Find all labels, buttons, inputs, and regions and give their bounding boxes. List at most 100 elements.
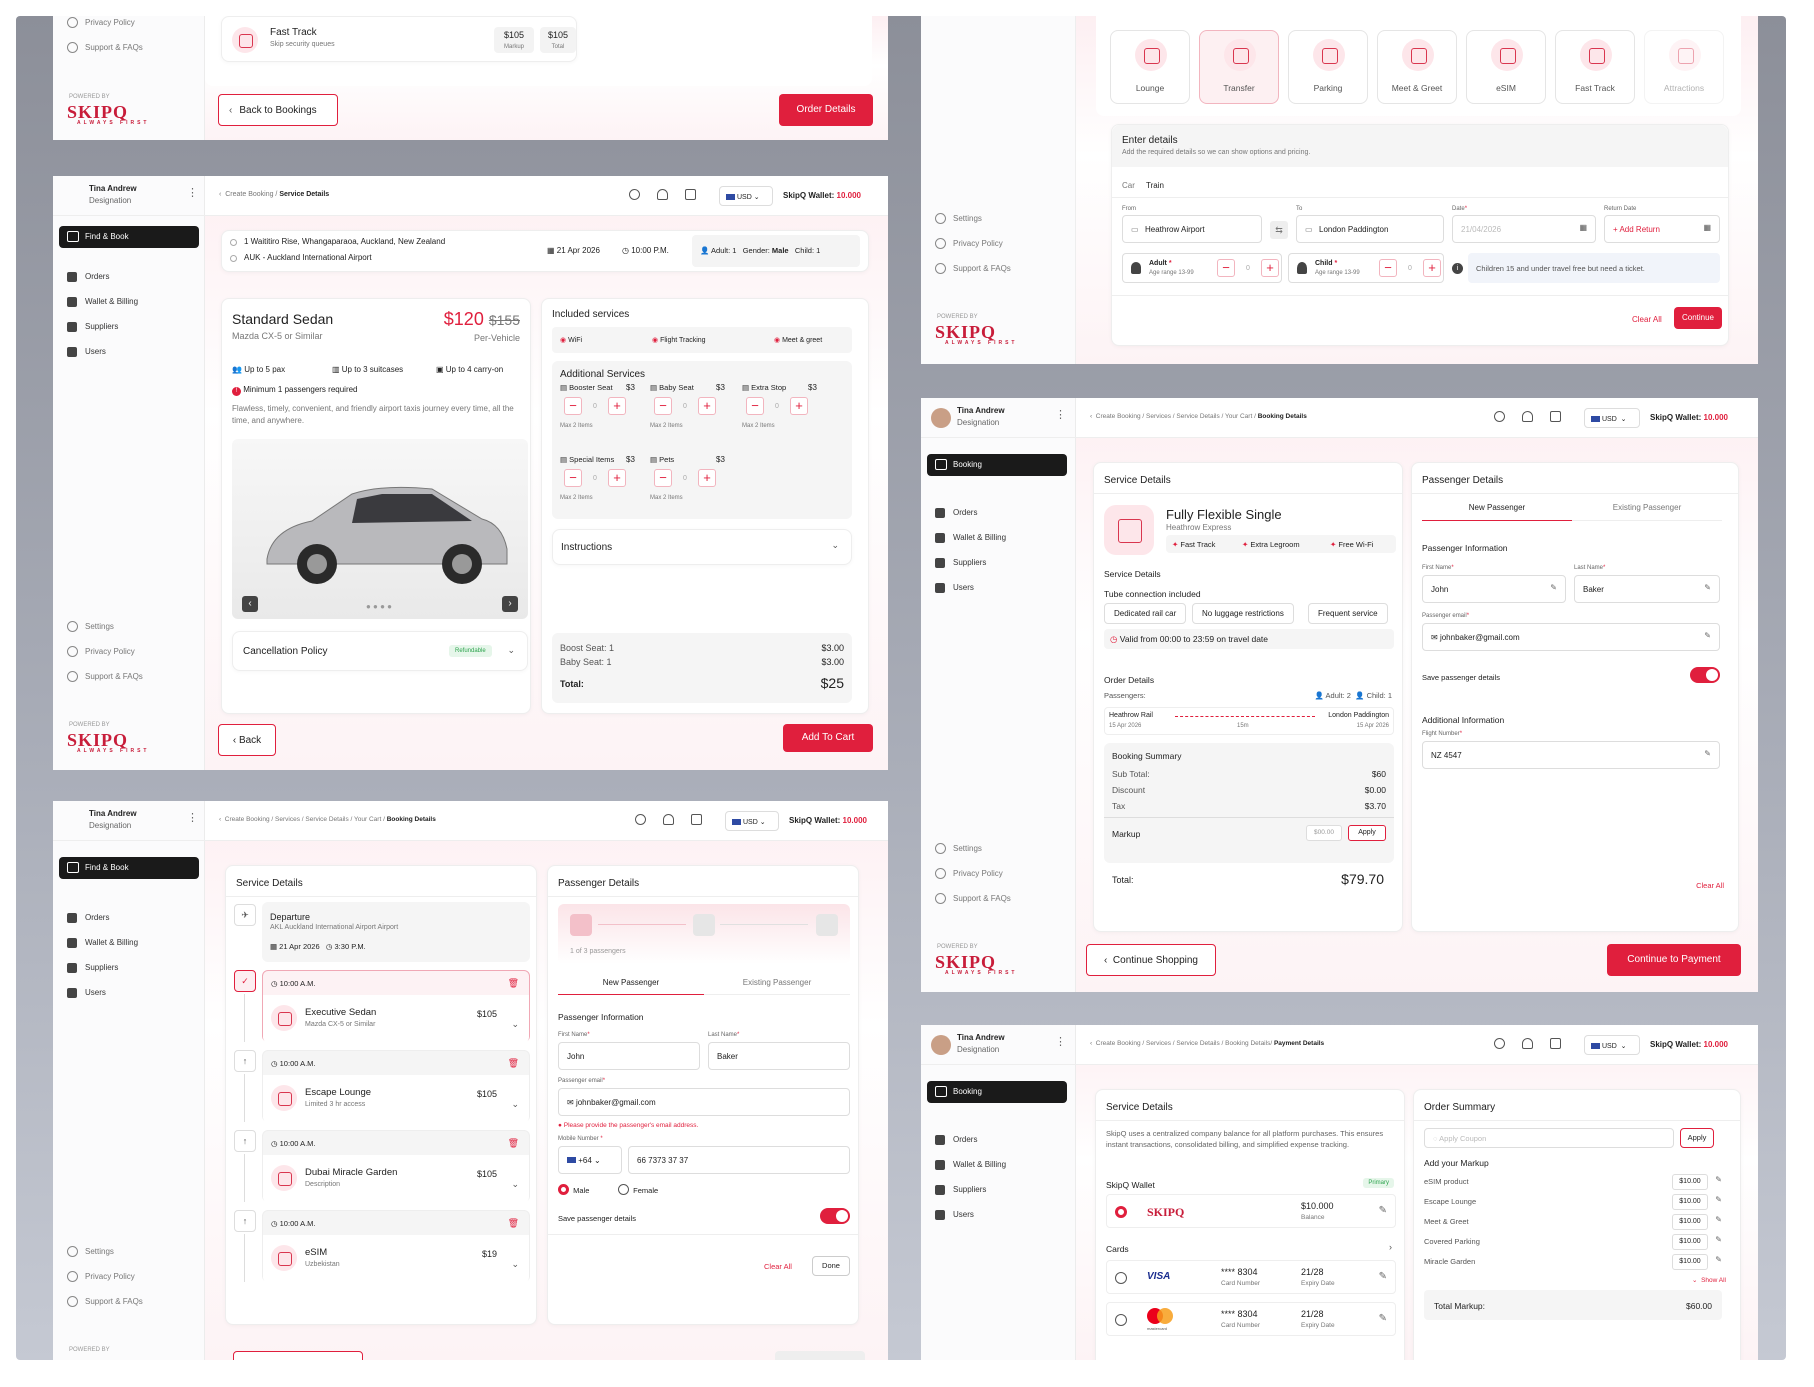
tab-existing-passenger[interactable]: Existing Passenger [704, 978, 850, 995]
nav-wallet[interactable]: Wallet & Billing [935, 533, 1006, 543]
order-details-button[interactable]: Order Details [779, 94, 873, 126]
privacy-policy-link[interactable]: Privacy Policy [935, 238, 1003, 249]
continue-shopping-button[interactable]: ‹ Continue Shopping [1086, 944, 1216, 976]
save-passenger-toggle[interactable] [1690, 667, 1720, 683]
instructions-accordion[interactable]: Instructions ⌄ [552, 529, 852, 565]
show-all-link[interactable]: ⌄ Show All [1692, 1276, 1726, 1284]
itinerary-item[interactable]: ↑ ◷ 10:00 A.M. 🗑 eSIM Uzbekistan $19 ⌄ [226, 1210, 538, 1286]
date-input[interactable]: 21/04/2026 ▦ [1452, 215, 1596, 243]
swap-icon[interactable]: ⇆ [1270, 221, 1288, 239]
tab-train[interactable]: Train [1146, 181, 1164, 198]
flight-number-input[interactable]: NZ 4547 ✎ [1422, 741, 1720, 769]
settings-link[interactable]: Settings [67, 621, 114, 632]
mobile-input[interactable]: 66 7373 37 37 [628, 1146, 850, 1174]
plus-button[interactable]: + [608, 469, 626, 487]
nav-orders[interactable]: Orders [935, 508, 977, 518]
from-input[interactable]: ▭ Heathrow Airport [1122, 215, 1262, 243]
primary-button[interactable] [775, 1351, 865, 1360]
nav-find-book[interactable]: Find & Book [59, 857, 199, 879]
done-button[interactable]: Done [812, 1256, 850, 1276]
minus-button[interactable]: − [654, 469, 672, 487]
secondary-button[interactable] [233, 1351, 363, 1360]
nav-booking[interactable]: Booking [927, 454, 1067, 476]
back-to-bookings-button[interactable]: ‹ Back to Bookings [218, 94, 338, 126]
gender-female[interactable]: Female [618, 1184, 658, 1195]
cart-icon[interactable] [1550, 411, 1561, 422]
minus-button[interactable]: − [564, 397, 582, 415]
clear-all-link[interactable]: Clear All [764, 1262, 792, 1271]
clear-all-link[interactable]: Clear All [1632, 315, 1662, 324]
edit-icon[interactable]: ✎ [1379, 1205, 1387, 1216]
more-icon[interactable]: ⋮ [1055, 1035, 1066, 1048]
nav-suppliers[interactable]: Suppliers [67, 322, 118, 332]
minus-button[interactable]: − [654, 397, 672, 415]
bell-icon[interactable] [657, 189, 668, 200]
chevron-down-icon[interactable]: ⌄ [511, 1019, 519, 1030]
minus-button[interactable]: − [564, 469, 582, 487]
edit-icon[interactable]: ✎ [1715, 1215, 1722, 1224]
service-tile-parking[interactable]: Parking [1288, 30, 1368, 104]
globe-icon[interactable] [1494, 1038, 1505, 1049]
nav-suppliers[interactable]: Suppliers [935, 1185, 986, 1195]
plus-button[interactable]: + [698, 397, 716, 415]
markup-item-input[interactable]: $10.00 [1672, 1174, 1708, 1190]
bell-icon[interactable] [1522, 1038, 1533, 1049]
mastercard-option[interactable]: mastercard **** 8304 Card Number 21/28 E… [1106, 1302, 1396, 1336]
continue-button[interactable]: Continue [1674, 307, 1722, 329]
trash-icon[interactable]: 🗑 [508, 1138, 519, 1149]
return-date-input[interactable]: + Add Return ▦ [1604, 215, 1720, 243]
service-tile-meet-greet[interactable]: Meet & Greet [1377, 30, 1457, 104]
next-image-button[interactable]: › [502, 596, 518, 612]
nav-orders[interactable]: Orders [67, 272, 109, 282]
prev-image-button[interactable]: ‹ [242, 596, 258, 612]
user-profile[interactable]: Tina Andrew Designation ⋮ [53, 176, 205, 216]
gender-male[interactable]: Male [558, 1184, 589, 1195]
itinerary-item[interactable]: ↑ ◷ 10:00 A.M. 🗑 Escape Lounge Limited 3 hr … [226, 1050, 538, 1126]
nav-users[interactable]: Users [67, 988, 106, 998]
itinerary-item[interactable]: ✓ ◷ 10:00 A.M. 🗑 Executive Sedan Mazda CX-5 … [226, 970, 538, 1046]
itinerary-item[interactable]: ↑ ◷ 10:00 A.M. 🗑 Dubai Miracle Garden Descri… [226, 1130, 538, 1206]
user-profile[interactable]: Tina Andrew Designation ⋮ [921, 1025, 1076, 1065]
tab-car[interactable]: Car [1122, 181, 1135, 190]
email-input[interactable]: ✉ johnbaker@gmail.com [558, 1088, 850, 1116]
last-name-input[interactable]: Baker [708, 1042, 850, 1070]
edit-icon[interactable]: ✎ [1715, 1195, 1722, 1204]
more-icon[interactable]: ⋮ [187, 186, 198, 199]
service-tile-fast-track[interactable]: Fast Track [1555, 30, 1635, 104]
settings-link[interactable]: Settings [935, 843, 982, 854]
tab-new-passenger[interactable]: New Passenger [558, 978, 704, 995]
cancellation-policy[interactable]: Cancellation Policy Refundable ⌄ [232, 631, 528, 671]
chevron-down-icon[interactable]: ⌄ [511, 1259, 519, 1270]
child-minus-button[interactable]: − [1379, 259, 1397, 277]
back-button[interactable]: ‹ Back [218, 724, 276, 756]
chevron-right-icon[interactable]: › [1389, 1242, 1392, 1252]
support-link[interactable]: Support & FAQs [935, 893, 1011, 904]
privacy-policy-link[interactable]: Privacy Policy [67, 17, 135, 28]
support-link[interactable]: Support & FAQs [67, 671, 143, 682]
edit-icon[interactable]: ✎ [1379, 1313, 1387, 1324]
markup-item-input[interactable]: $10.00 [1672, 1234, 1708, 1250]
nav-wallet[interactable]: Wallet & Billing [67, 297, 138, 307]
first-name-input[interactable]: John ✎ [1422, 575, 1566, 603]
adult-plus-button[interactable]: + [1261, 259, 1279, 277]
chevron-down-icon[interactable]: ⌄ [511, 1099, 519, 1110]
trash-icon[interactable]: 🗑 [508, 1058, 519, 1069]
edit-icon[interactable]: ✎ [1715, 1175, 1722, 1184]
plus-button[interactable]: + [698, 469, 716, 487]
nav-users[interactable]: Users [935, 583, 974, 593]
support-link[interactable]: Support & FAQs [935, 263, 1011, 274]
nav-wallet[interactable]: Wallet & Billing [67, 938, 138, 948]
wallet-option[interactable]: SKIPQ $10.000 Balance ✎ [1106, 1194, 1396, 1228]
country-code-select[interactable]: +64 ⌄ [558, 1146, 622, 1174]
coupon-input[interactable]: ◌ Apply Coupon [1424, 1128, 1674, 1148]
nav-users[interactable]: Users [935, 1210, 974, 1220]
apply-coupon-button[interactable]: Apply [1680, 1128, 1714, 1148]
privacy-policy-link[interactable]: Privacy Policy [67, 646, 135, 657]
save-passenger-toggle[interactable] [820, 1208, 850, 1224]
markup-item-input[interactable]: $10.00 [1672, 1254, 1708, 1270]
nav-orders[interactable]: Orders [67, 913, 109, 923]
support-link[interactable]: Support & FAQs [67, 42, 143, 53]
nav-suppliers[interactable]: Suppliers [935, 558, 986, 568]
edit-icon[interactable]: ✎ [1379, 1271, 1387, 1282]
globe-icon[interactable] [1494, 411, 1505, 422]
